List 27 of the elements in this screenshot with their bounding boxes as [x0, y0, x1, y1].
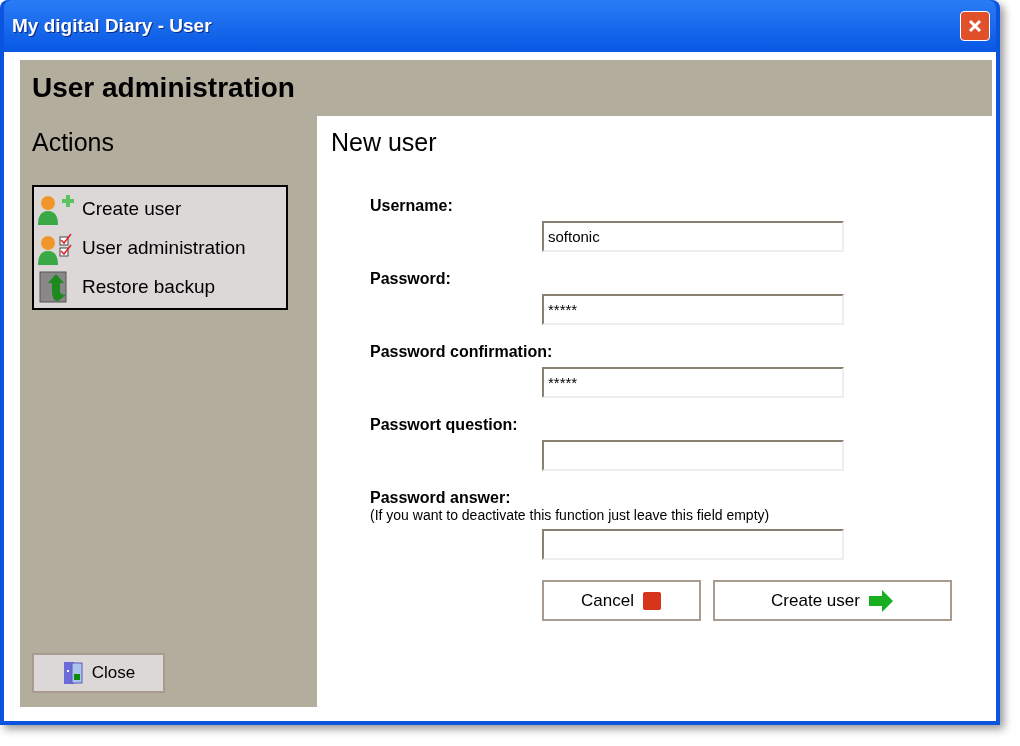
cancel-button[interactable]: Cancel [542, 580, 701, 621]
page-title: User administration [32, 72, 295, 104]
input-field[interactable]: ***** [542, 367, 844, 398]
input-field[interactable] [542, 529, 844, 560]
field-hint: (If you want to deactivate this function just leave this field empty) [370, 507, 771, 523]
stop-square-icon [641, 590, 662, 611]
form-title: New user [331, 128, 438, 157]
field-label: Passwort question: [370, 416, 519, 434]
door-icon [61, 660, 84, 686]
input-field[interactable]: softonic [542, 221, 844, 252]
close-button[interactable]: Close [32, 653, 165, 693]
menu-item[interactable]: User administration [34, 228, 286, 267]
sidebar-title: Actions [32, 128, 115, 157]
user-add-icon [36, 192, 76, 225]
menu-item[interactable]: Create user [34, 189, 286, 228]
close-window-button[interactable] [960, 11, 990, 41]
arrow-right-icon [867, 589, 894, 612]
field-label: Password answer: [370, 489, 512, 507]
field-label: Password confirmation: [370, 343, 554, 361]
input-field[interactable] [542, 440, 844, 471]
create-user-button[interactable]: Create user [713, 580, 952, 621]
window-title: My digital Diary - User [12, 15, 212, 37]
field-label: Username: [370, 197, 454, 215]
field-label: Password: [370, 270, 452, 288]
input-field[interactable]: ***** [542, 294, 844, 325]
menu-item[interactable]: Restore backup [34, 267, 286, 306]
close-icon [966, 17, 984, 35]
